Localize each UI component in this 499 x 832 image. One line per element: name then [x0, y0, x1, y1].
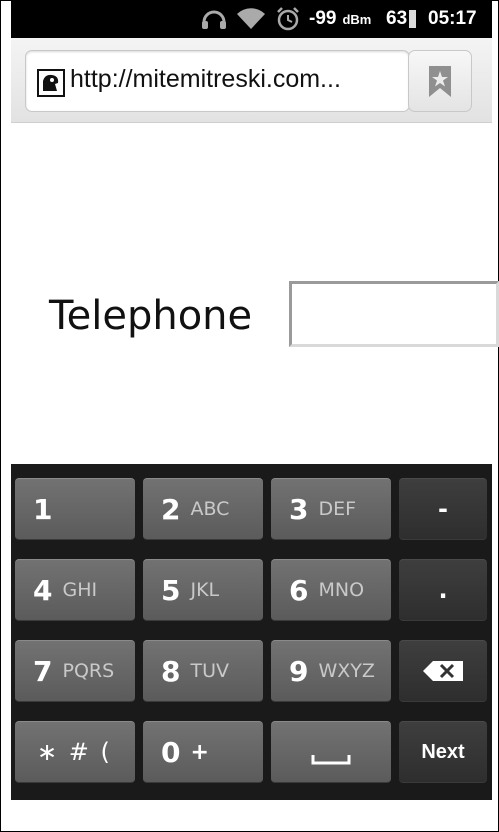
- bookmark-button[interactable]: [408, 50, 472, 112]
- url-text: http://mitemitreski.com...: [70, 65, 341, 93]
- key-6-letters: MNO: [318, 579, 365, 601]
- battery-percent: 63: [386, 8, 408, 29]
- alarm-clock-icon: [276, 0, 300, 38]
- key-7-digit: 7: [33, 654, 53, 688]
- wifi-icon: [236, 0, 266, 38]
- key-7[interactable]: 7 PQRS: [15, 640, 135, 702]
- key-7-letters: PQRS: [62, 660, 115, 682]
- key-next-label: Next: [421, 740, 465, 763]
- key-3-letters: DEF: [318, 498, 357, 520]
- key-8[interactable]: 8 TUV: [143, 640, 263, 702]
- key-4-digit: 4: [33, 573, 53, 607]
- headphones-icon: [201, 0, 227, 38]
- browser-toolbar: http://mitemitreski.com...: [11, 38, 492, 123]
- key-2[interactable]: 2 ABC: [143, 478, 263, 540]
- backspace-icon: [423, 661, 463, 681]
- signal-unit: dBm: [342, 11, 372, 27]
- signal-strength: -99 dBm: [309, 0, 371, 38]
- key-1[interactable]: 1: [15, 478, 135, 540]
- key-next[interactable]: Next: [399, 721, 487, 783]
- battery-icon: [409, 10, 417, 28]
- site-favicon-icon: [37, 69, 65, 97]
- key-8-letters: TUV: [190, 660, 229, 682]
- key-1-digit: 1: [33, 492, 53, 526]
- signal-value: -99: [309, 8, 337, 29]
- key-2-letters: ABC: [190, 498, 230, 520]
- key-5[interactable]: 5 JKL: [143, 559, 263, 621]
- key-3[interactable]: 3 DEF: [271, 478, 391, 540]
- space-bar-icon: [311, 755, 351, 765]
- key-5-letters: JKL: [190, 579, 220, 601]
- key-0-plus: +: [190, 739, 209, 765]
- url-bar[interactable]: http://mitemitreski.com...: [25, 50, 410, 112]
- key-9[interactable]: 9 WXYZ: [271, 640, 391, 702]
- key-period-symbol: .: [438, 576, 448, 604]
- key-dash-symbol: -: [438, 495, 448, 523]
- key-2-digit: 2: [161, 492, 181, 526]
- key-8-digit: 8: [161, 654, 181, 688]
- bookmark-icon: [429, 66, 451, 97]
- page-content: Telephone: [11, 123, 499, 464]
- key-dash[interactable]: -: [399, 478, 487, 540]
- battery-level: 63: [386, 0, 417, 38]
- key-6-digit: 6: [289, 573, 309, 607]
- key-4-letters: GHI: [62, 579, 98, 601]
- key-backspace[interactable]: [399, 640, 487, 702]
- clock-time: 05:17: [428, 8, 477, 29]
- telephone-input[interactable]: [289, 281, 499, 347]
- key-3-digit: 3: [289, 492, 309, 526]
- key-0[interactable]: 0 +: [143, 721, 263, 783]
- key-space[interactable]: [271, 721, 391, 783]
- key-5-digit: 5: [161, 573, 181, 607]
- key-4[interactable]: 4 GHI: [15, 559, 135, 621]
- key-0-digit: 0: [161, 735, 181, 769]
- key-symbols[interactable]: ∗ # (: [15, 721, 135, 783]
- status-bar: -99 dBm 63 05:17: [11, 0, 492, 38]
- numeric-keyboard: 1 2 ABC 3 DEF - 4 GHI 5 JKL 6 MNO . 7 PQ…: [11, 464, 492, 800]
- key-period[interactable]: .: [399, 559, 487, 621]
- clock: 05:17: [428, 0, 477, 38]
- key-symbols-label: ∗ # (: [37, 738, 112, 766]
- telephone-label: Telephone: [49, 293, 253, 339]
- key-9-digit: 9: [289, 654, 309, 688]
- key-9-letters: WXYZ: [318, 660, 375, 682]
- key-6[interactable]: 6 MNO: [271, 559, 391, 621]
